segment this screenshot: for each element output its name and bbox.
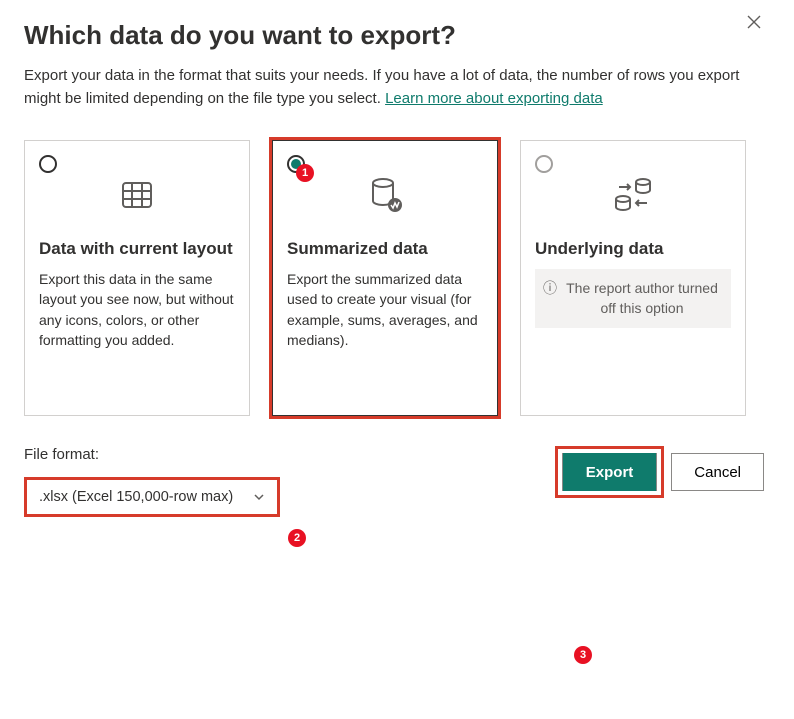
option-current-layout[interactable]: Data with current layout Export this dat…	[24, 140, 250, 416]
option-underlying: Underlying data ⓘThe report author turne…	[520, 140, 746, 416]
info-icon: ⓘ	[543, 279, 557, 299]
export-dialog: Which data do you want to export? Export…	[0, 0, 794, 537]
database-transfer-icon	[535, 163, 731, 227]
export-button-highlight: Export	[562, 453, 658, 491]
disabled-note: ⓘThe report author turned off this optio…	[535, 269, 731, 328]
callout-badge-2: 2	[288, 529, 306, 547]
disabled-note-text: The report author turned off this option	[561, 279, 723, 318]
option-desc: Export the summarized data used to creat…	[287, 269, 483, 350]
radio-current-layout[interactable]	[39, 155, 57, 173]
export-button[interactable]: Export	[563, 453, 657, 491]
cancel-button[interactable]: Cancel	[671, 453, 764, 491]
database-chart-icon	[287, 163, 483, 227]
export-options: Data with current layout Export this dat…	[24, 140, 770, 416]
callout-badge-1: 1	[296, 164, 314, 182]
option-title: Underlying data	[535, 239, 731, 259]
file-format-select[interactable]: .xlsx (Excel 150,000-row max)	[24, 477, 280, 517]
radio-underlying	[535, 155, 553, 173]
dialog-footer: Export Cancel	[562, 453, 764, 491]
callout-badge-3: 3	[574, 646, 592, 664]
close-icon[interactable]	[746, 14, 766, 34]
learn-more-link[interactable]: Learn more about exporting data	[385, 90, 603, 107]
file-format-value: .xlsx (Excel 150,000-row max)	[39, 489, 233, 505]
option-desc: Export this data in the same layout you …	[39, 269, 235, 350]
dialog-subtitle: Export your data in the format that suit…	[24, 65, 764, 110]
table-icon	[39, 163, 235, 227]
dialog-title: Which data do you want to export?	[24, 20, 770, 51]
option-title: Data with current layout	[39, 239, 235, 259]
option-title: Summarized data	[287, 239, 483, 259]
subtitle-text: Export your data in the format that suit…	[24, 67, 739, 107]
chevron-down-icon	[253, 491, 265, 503]
